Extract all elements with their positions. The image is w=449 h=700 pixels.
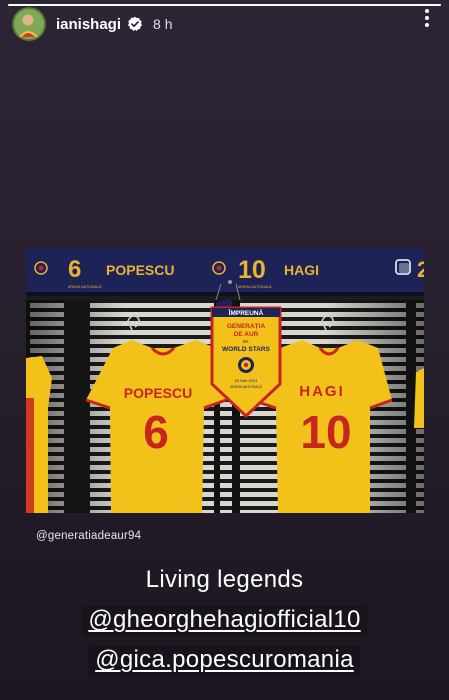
mention-gheorghehagi[interactable]: @gheorghehagiofficial10 [0, 606, 449, 636]
banner-right-subtitle: ARENA NAȚIONALĂ [238, 285, 272, 289]
banner-left-number: 6 [68, 256, 81, 283]
jersey-left-number: 6 [143, 406, 169, 458]
svg-text:2: 2 [417, 257, 424, 282]
mention-text: @gheorghehagiofficial10 [88, 606, 361, 633]
photo-credit-handle[interactable]: @generatiadeaur94 [36, 530, 141, 542]
banner-right-number: 10 [238, 256, 266, 284]
verified-badge-icon [128, 16, 143, 31]
more-vertical-icon[interactable] [423, 8, 431, 28]
banner-left-subtitle: ARENA NAȚIONALĂ [68, 285, 102, 289]
pennant-line3: WORLD STARS [222, 346, 271, 353]
jersey-left-name: POPESCU [124, 385, 192, 401]
story-progress-bar [8, 4, 441, 6]
mention-gicapopescu[interactable]: @gica.popescuromania [0, 646, 449, 676]
shared-post-photo[interactable]: 6 POPESCU ARENA NAȚIONALĂ 10 HAGI ARENA … [26, 248, 424, 513]
banner-left-name: POPESCU [106, 262, 174, 278]
pennant-line2: DE AUR [234, 331, 259, 338]
pennant-line1: GENERAȚIA [227, 323, 266, 330]
mention-text: @gica.popescuromania [95, 646, 354, 673]
username[interactable]: ianishagi [56, 16, 121, 33]
story-progress-fill [8, 4, 441, 6]
pennant-venue: ARENA NAȚIONALĂ [230, 385, 262, 389]
jersey-right-name: HAGI [299, 383, 345, 400]
pennant-date: 29 MAI 2024 [235, 378, 258, 383]
avatar[interactable] [12, 7, 46, 41]
pennant-vs: vs. [243, 339, 249, 345]
story-header: ianishagi 8 h [12, 7, 437, 41]
caption-line: Living legends [145, 566, 304, 593]
jersey-right-number: 10 [300, 406, 351, 458]
post-time: 8 h [153, 16, 173, 32]
pennant-top: ÎMPREUNĂ [228, 308, 264, 317]
banner-right-name: HAGI [284, 262, 319, 278]
